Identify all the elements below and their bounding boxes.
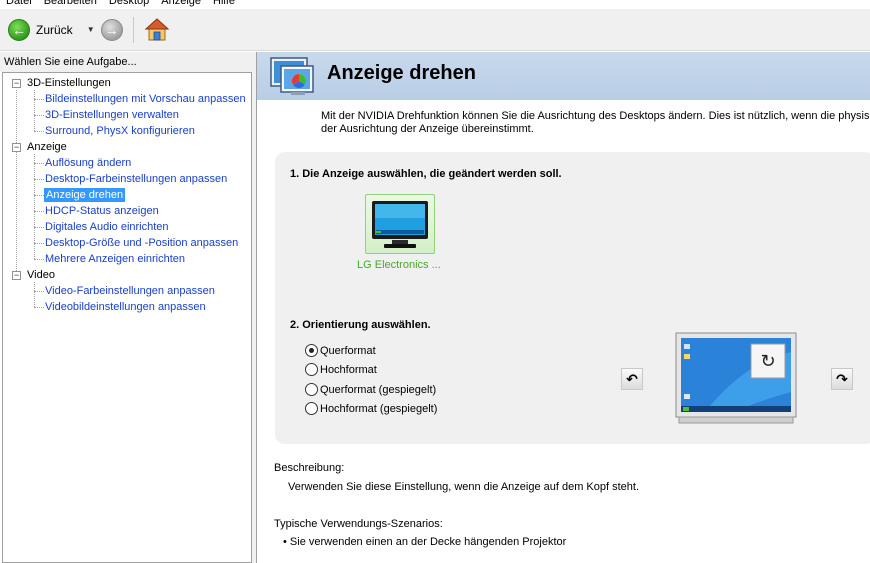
- intro-line-1: Mit der NVIDIA Drehfunktion können Sie d…: [321, 110, 870, 122]
- menu-bearbeiten[interactable]: Bearbeiten: [38, 0, 103, 8]
- back-button[interactable]: ← Zurück: [8, 15, 73, 45]
- tree-item-bildeinstellungen[interactable]: Bildeinstellungen mit Vorschau anpassen: [45, 92, 246, 106]
- collapse-video-icon[interactable]: −: [12, 271, 21, 280]
- tree-item-surround-physx[interactable]: Surround, PhysX konfigurieren: [45, 124, 195, 138]
- rotate-left-button[interactable]: ↶: [621, 368, 643, 390]
- tree-category-3d[interactable]: 3D-Einstellungen: [27, 76, 111, 90]
- history-dropdown-icon[interactable]: ▼: [87, 25, 95, 34]
- tree-category-anzeige[interactable]: Anzeige: [27, 140, 67, 154]
- back-label: Zurück: [36, 22, 73, 37]
- back-arrow-icon: ←: [8, 18, 30, 41]
- menu-hilfe[interactable]: Hilfe: [207, 0, 241, 8]
- tree-item-desktop-farbe[interactable]: Desktop-Farbeinstellungen anpassen: [45, 172, 227, 186]
- tree-line: [16, 90, 17, 275]
- tree-item-video-farbe[interactable]: Video-Farbeinstellungen anpassen: [45, 284, 215, 298]
- svg-text:↻: ↻: [760, 351, 775, 371]
- menu-desktop[interactable]: Desktop: [103, 0, 155, 8]
- page-title: Anzeige drehen: [327, 62, 476, 84]
- tree-item-desktop-groesse[interactable]: Desktop-Größe und -Position anpassen: [45, 236, 238, 250]
- tree-item-anzeige-drehen[interactable]: Anzeige drehen: [44, 188, 126, 202]
- menu-anzeige[interactable]: Anzeige: [155, 0, 207, 8]
- intro-line-2: der Ausrichtung der Anzeige übereinstimm…: [321, 123, 534, 135]
- description-text: Verwenden Sie diese Einstellung, wenn di…: [288, 481, 640, 493]
- description-label: Beschreibung:: [274, 462, 345, 474]
- rotate-right-button[interactable]: ↷: [831, 368, 853, 390]
- usage-text: • Sie verwenden einen an der Decke hänge…: [283, 536, 567, 548]
- rotate-left-icon: ↶: [626, 370, 638, 387]
- rotation-preview: ↻: [675, 332, 797, 424]
- usage-label: Typische Verwendungs-Szenarios:: [274, 518, 443, 530]
- display-select-tile[interactable]: [365, 194, 435, 254]
- orientation-label: Querformat (gespiegelt): [320, 383, 437, 396]
- display-settings-icon: [270, 57, 314, 95]
- intro-text: Mit der NVIDIA Drehfunktion können Sie d…: [321, 110, 870, 136]
- forward-button[interactable]: →: [100, 18, 123, 41]
- task-panel-header: Wählen Sie eine Aufgabe...: [0, 52, 252, 72]
- step2-heading: 2. Orientierung auswählen.: [290, 319, 431, 331]
- orientation-label: Querformat: [320, 344, 376, 357]
- radio-querformat[interactable]: [305, 344, 318, 357]
- orientation-option-querformat-gespiegelt[interactable]: Querformat (gespiegelt): [305, 383, 436, 396]
- menu-bar: Datei Bearbeiten Desktop Anzeige Hilfe: [0, 0, 870, 8]
- monitor-icon: [372, 201, 428, 248]
- orientation-label: Hochformat (gespiegelt): [320, 402, 438, 415]
- orientation-option-querformat[interactable]: Querformat: [305, 344, 376, 357]
- tree-item-hdcp[interactable]: HDCP-Status anzeigen: [45, 204, 159, 218]
- orientation-option-hochformat[interactable]: Hochformat: [305, 363, 377, 376]
- content-pane: Anzeige drehen Mit der NVIDIA Drehfunkti…: [256, 52, 870, 563]
- tree-item-mehrere-anzeigen[interactable]: Mehrere Anzeigen einrichten: [45, 252, 185, 266]
- radio-querformat-gespiegelt[interactable]: [305, 383, 318, 396]
- tree-item-3d-verwalten[interactable]: 3D-Einstellungen verwalten: [45, 108, 179, 122]
- radio-hochformat-gespiegelt[interactable]: [305, 402, 318, 415]
- tree-item-aufloesung[interactable]: Auflösung ändern: [45, 156, 131, 170]
- toolbar: ← Zurück ▼ →: [0, 9, 870, 51]
- task-tree: − 3D-Einstellungen Bildeinstellungen mit…: [2, 72, 252, 563]
- radio-hochformat[interactable]: [305, 363, 318, 376]
- toolbar-separator: [132, 16, 134, 43]
- settings-panel: 1. Die Anzeige auswählen, die geändert w…: [275, 152, 870, 444]
- tree-item-videobild[interactable]: Videobildeinstellungen anpassen: [45, 300, 206, 314]
- collapse-anzeige-icon[interactable]: −: [12, 143, 21, 152]
- orientation-option-hochformat-gespiegelt[interactable]: Hochformat (gespiegelt): [305, 402, 437, 415]
- tree-category-video[interactable]: Video: [27, 268, 55, 282]
- rotate-right-icon: ↷: [836, 370, 848, 387]
- tree-line: [34, 90, 35, 131]
- menu-datei[interactable]: Datei: [0, 0, 38, 8]
- orientation-label: Hochformat: [320, 363, 377, 376]
- page-banner: Anzeige drehen: [257, 52, 870, 100]
- tree-line: [34, 282, 35, 307]
- display-name[interactable]: LG Electronics ...: [357, 259, 441, 271]
- step1-heading: 1. Die Anzeige auswählen, die geändert w…: [290, 168, 562, 180]
- home-icon[interactable]: [144, 17, 170, 43]
- tree-item-digitales-audio[interactable]: Digitales Audio einrichten: [45, 220, 169, 234]
- collapse-3d-icon[interactable]: −: [12, 79, 21, 88]
